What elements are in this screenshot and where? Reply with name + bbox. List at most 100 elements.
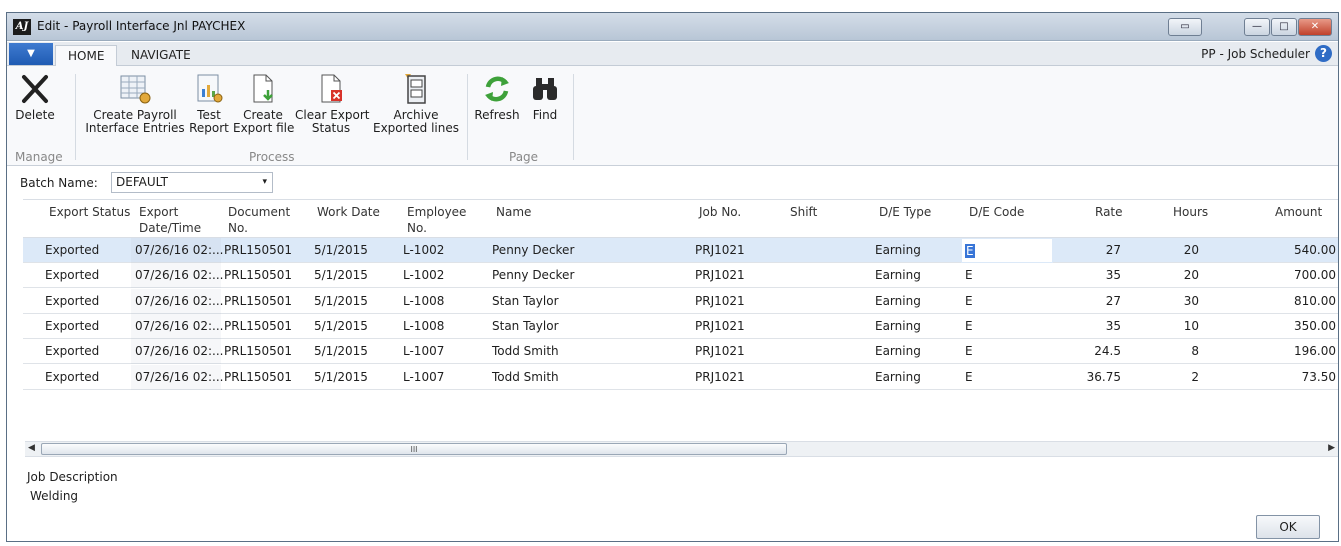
cell-hours[interactable]: 30: [1184, 294, 1199, 308]
table-row[interactable]: Exported 07/26/16 02:... PRL150501 5/1/2015…: [23, 288, 1338, 314]
table-row[interactable]: Exported 07/26/16 02:... PRL150501 5/1/2015…: [23, 263, 1338, 289]
cell-job-no[interactable]: PRJ1021: [695, 319, 745, 333]
scrollbar-thumb[interactable]: III: [41, 443, 787, 455]
minimize-button[interactable]: —: [1244, 18, 1270, 36]
cell-export-status[interactable]: Exported: [45, 294, 99, 308]
cell-employee-no[interactable]: L-1008: [403, 294, 444, 308]
cell-job-no[interactable]: PRJ1021: [695, 294, 745, 308]
ok-button[interactable]: OK: [1256, 515, 1320, 539]
tab-home[interactable]: HOME: [55, 45, 118, 66]
cell-de-type[interactable]: Earning: [875, 243, 921, 257]
cell-hours[interactable]: 8: [1191, 344, 1199, 358]
column-header-de-type[interactable]: D/E Type: [879, 204, 931, 220]
cell-document-no[interactable]: PRL150501: [224, 344, 292, 358]
cell-employee-no[interactable]: L-1002: [403, 268, 444, 282]
cell-amount[interactable]: 196.00: [1294, 344, 1336, 358]
cell-amount[interactable]: 350.00: [1294, 319, 1336, 333]
cell-amount[interactable]: 540.00: [1294, 243, 1336, 257]
column-header-shift[interactable]: Shift: [790, 204, 817, 220]
column-header-export-status[interactable]: Export Status: [49, 204, 130, 220]
table-row[interactable]: Exported 07/26/16 02:... PRL150501 5/1/2015…: [23, 364, 1338, 390]
close-button[interactable]: ✕: [1298, 18, 1332, 36]
cell-work-date[interactable]: 5/1/2015: [314, 294, 368, 308]
cell-rate[interactable]: 36.75: [1087, 370, 1121, 384]
cell-document-no[interactable]: PRL150501: [224, 370, 292, 384]
delete-button[interactable]: Delete: [15, 72, 55, 122]
maximize-button[interactable]: □: [1271, 18, 1297, 36]
cell-export-status[interactable]: Exported: [45, 344, 99, 358]
cell-name[interactable]: Stan Taylor: [492, 294, 559, 308]
cell-export-datetime[interactable]: 07/26/16 02:...: [135, 268, 223, 282]
help-icon[interactable]: ?: [1315, 45, 1332, 62]
cell-amount[interactable]: 700.00: [1294, 268, 1336, 282]
cell-name[interactable]: Penny Decker: [492, 243, 574, 257]
cell-name[interactable]: Todd Smith: [492, 344, 559, 358]
cell-name[interactable]: Penny Decker: [492, 268, 574, 282]
cell-name[interactable]: Stan Taylor: [492, 319, 559, 333]
find-button[interactable]: Find: [525, 72, 565, 122]
cell-de-code[interactable]: E: [965, 344, 973, 358]
cell-rate[interactable]: 35: [1106, 319, 1121, 333]
cell-job-no[interactable]: PRJ1021: [695, 370, 745, 384]
column-header-amount[interactable]: Amount: [1275, 204, 1322, 220]
cell-hours[interactable]: 10: [1184, 319, 1199, 333]
restore-panel-button[interactable]: ▭: [1168, 18, 1202, 36]
cell-work-date[interactable]: 5/1/2015: [314, 319, 368, 333]
cell-export-datetime[interactable]: 07/26/16 02:...: [135, 344, 223, 358]
column-header-rate[interactable]: Rate: [1095, 204, 1123, 220]
cell-document-no[interactable]: PRL150501: [224, 268, 292, 282]
column-header-job-no[interactable]: Job No.: [699, 204, 741, 220]
column-header-work-date[interactable]: Work Date: [317, 204, 380, 220]
horizontal-scrollbar[interactable]: ◀ III ▶: [25, 441, 1338, 457]
cell-document-no[interactable]: PRL150501: [224, 319, 292, 333]
archive-exported-lines-button[interactable]: Archive Exported lines: [369, 72, 463, 135]
cell-hours[interactable]: 20: [1184, 268, 1199, 282]
cell-job-no[interactable]: PRJ1021: [695, 243, 745, 257]
table-row[interactable]: Exported 07/26/16 02:... PRL150501 5/1/2015…: [23, 339, 1338, 365]
cell-export-datetime[interactable]: 07/26/16 02:...: [135, 294, 223, 308]
cell-rate[interactable]: 27: [1106, 294, 1121, 308]
batch-name-dropdown[interactable]: DEFAULT ▾: [111, 172, 273, 193]
cell-de-type[interactable]: Earning: [875, 344, 921, 358]
refresh-button[interactable]: Refresh: [473, 72, 521, 122]
column-header-hours[interactable]: Hours: [1173, 204, 1208, 220]
scroll-right-icon[interactable]: ▶: [1328, 443, 1335, 453]
column-header-export-datetime[interactable]: Export Date/Time: [139, 204, 201, 236]
cell-work-date[interactable]: 5/1/2015: [314, 370, 368, 384]
cell-rate[interactable]: 27: [1106, 243, 1121, 257]
column-header-employee-no[interactable]: Employee No.: [407, 204, 466, 236]
cell-amount[interactable]: 73.50: [1302, 370, 1336, 384]
cell-job-no[interactable]: PRJ1021: [695, 344, 745, 358]
create-export-file-button[interactable]: Create Export file: [233, 72, 294, 135]
scroll-left-icon[interactable]: ◀: [28, 443, 35, 453]
cell-de-type[interactable]: Earning: [875, 319, 921, 333]
cell-de-code[interactable]: E: [965, 370, 973, 384]
cell-hours[interactable]: 2: [1191, 370, 1199, 384]
table-row[interactable]: Exported 07/26/16 02:... PRL150501 5/1/2015…: [23, 238, 1338, 263]
de-code-edit-field[interactable]: E: [961, 238, 1053, 263]
cell-de-type[interactable]: Earning: [875, 370, 921, 384]
cell-export-datetime[interactable]: 07/26/16 02:...: [135, 243, 223, 257]
cell-employee-no[interactable]: L-1007: [403, 344, 444, 358]
cell-export-datetime[interactable]: 07/26/16 02:...: [135, 370, 223, 384]
cell-export-status[interactable]: Exported: [45, 243, 99, 257]
cell-document-no[interactable]: PRL150501: [224, 294, 292, 308]
cell-rate[interactable]: 24.5: [1094, 344, 1121, 358]
cell-document-no[interactable]: PRL150501: [224, 243, 292, 257]
column-header-de-code[interactable]: D/E Code: [969, 204, 1024, 220]
cell-de-code[interactable]: E: [965, 319, 973, 333]
cell-work-date[interactable]: 5/1/2015: [314, 268, 368, 282]
tab-navigate[interactable]: NAVIGATE: [119, 45, 203, 66]
cell-job-no[interactable]: PRJ1021: [695, 268, 745, 282]
clear-export-status-button[interactable]: Clear Export Status: [295, 72, 369, 135]
cell-employee-no[interactable]: L-1008: [403, 319, 444, 333]
cell-de-type[interactable]: Earning: [875, 294, 921, 308]
cell-de-code[interactable]: E: [965, 294, 973, 308]
column-header-name[interactable]: Name: [496, 204, 531, 220]
cell-export-status[interactable]: Exported: [45, 370, 99, 384]
cell-amount[interactable]: 810.00: [1294, 294, 1336, 308]
application-menu-button[interactable]: ▼: [9, 43, 53, 65]
test-report-button[interactable]: Test Report: [187, 72, 231, 135]
cell-hours[interactable]: 20: [1184, 243, 1199, 257]
cell-export-status[interactable]: Exported: [45, 268, 99, 282]
